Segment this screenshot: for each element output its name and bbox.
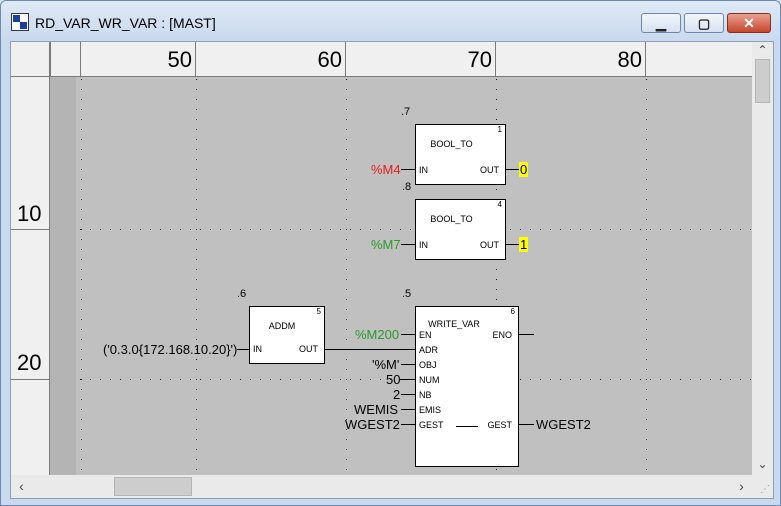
input-wire xyxy=(401,169,415,170)
nb-variable[interactable]: 2 xyxy=(393,387,400,402)
grid-corner xyxy=(11,42,50,77)
scroll-left-icon[interactable]: ‹ xyxy=(13,475,30,498)
column-label: 80 xyxy=(617,47,642,72)
row-header: 10 20 xyxy=(11,77,50,475)
gest-output-wire xyxy=(519,424,534,425)
gest-input-variable[interactable]: WGEST2 xyxy=(345,417,400,432)
exec-order-label: .6 xyxy=(237,288,247,300)
input-wire xyxy=(401,394,415,395)
num-variable[interactable]: 50 xyxy=(386,372,400,387)
scroll-right-icon[interactable]: › xyxy=(733,475,750,498)
input-wire xyxy=(237,349,249,350)
block-name: BOOL_TO xyxy=(430,139,473,149)
pin-emis: EMIS xyxy=(419,405,442,415)
input-wire xyxy=(401,244,415,245)
function-block-addm[interactable]: 5 ADDM IN OUT xyxy=(249,306,325,364)
block-name: ADDM xyxy=(268,321,296,331)
fbd-app-icon xyxy=(11,13,29,31)
pin-gest-in: GEST xyxy=(419,420,444,430)
block-instance-number: 6 xyxy=(510,307,515,316)
pin-in: IN xyxy=(419,165,428,175)
column-header: 50 60 70 80 xyxy=(50,42,752,77)
block-instance-number: 4 xyxy=(497,200,502,209)
obj-variable[interactable]: '%M' xyxy=(372,357,399,372)
emis-variable[interactable]: WEMIS xyxy=(354,402,398,417)
column-label: 70 xyxy=(467,47,492,72)
vertical-scroll-thumb[interactable] xyxy=(755,59,770,103)
function-block-write-var[interactable]: 6 WRITE_VAR EN ADR OBJ NUM NB EMIS GEST … xyxy=(415,306,519,467)
function-block-bool-to-1[interactable]: 1 BOOL_TO IN OUT xyxy=(415,124,506,185)
output-wire xyxy=(506,244,519,245)
pin-out: OUT xyxy=(480,165,499,175)
horizontal-scroll-thumb[interactable] xyxy=(114,477,192,496)
grid-dots xyxy=(80,79,751,470)
input-wire xyxy=(401,364,415,365)
pin-num: NUM xyxy=(419,375,440,385)
input-wire xyxy=(401,379,415,380)
column-label: 50 xyxy=(167,47,192,72)
row-label: 20 xyxy=(17,350,42,375)
addm-to-adr-wire xyxy=(325,349,415,350)
pin-eno: ENO xyxy=(492,330,512,340)
close-button[interactable]: ✕ xyxy=(727,13,771,33)
window-title: RD_VAR_WR_VAR : [MAST] xyxy=(35,15,216,31)
output-value[interactable]: 0 xyxy=(519,162,529,177)
column-header-cell: 70 xyxy=(345,42,495,76)
maximize-button[interactable]: ▢ xyxy=(684,13,724,33)
column-header-cell: 50 xyxy=(80,42,195,76)
en-variable[interactable]: %M200 xyxy=(355,327,399,342)
minimize-icon: ▁ xyxy=(656,16,666,31)
block-instance-number: 1 xyxy=(497,125,502,134)
resize-grip[interactable]: ⋰ xyxy=(752,475,773,498)
block-instance-number: 5 xyxy=(316,307,321,316)
horizontal-scrollbar[interactable]: ‹ › xyxy=(11,475,752,498)
pin-in: IN xyxy=(419,240,428,250)
close-icon: ✕ xyxy=(743,15,755,31)
gest-output-variable[interactable]: WGEST2 xyxy=(536,417,591,432)
column-header-cell xyxy=(645,42,752,76)
input-variable[interactable]: %M7 xyxy=(371,237,401,252)
exec-order-label: .5 xyxy=(402,288,412,300)
row-label: 10 xyxy=(17,201,42,226)
pin-obj: OBJ xyxy=(419,360,437,370)
input-wire xyxy=(401,409,415,410)
pin-gest-out: GEST xyxy=(487,420,512,430)
row-divider xyxy=(11,229,49,230)
block-name: WRITE_VAR xyxy=(428,319,480,329)
scroll-down-icon[interactable]: ⌄ xyxy=(752,456,773,473)
vertical-scrollbar[interactable]: ⌃ ⌄ xyxy=(752,42,773,475)
resize-grip-icon: ⋰ xyxy=(760,484,770,495)
exec-order-label: .7 xyxy=(401,106,411,118)
exec-order-label: .8 xyxy=(402,181,412,193)
eno-output-wire xyxy=(519,334,534,335)
maximize-icon: ▢ xyxy=(697,16,711,31)
pin-en: EN xyxy=(419,330,432,340)
title-bar[interactable]: RD_VAR_WR_VAR : [MAST] ▁ ▢ ✕ xyxy=(1,1,780,41)
column-header-cell xyxy=(50,42,80,76)
editor-client-area: 50 60 70 80 10 20 .7 1 BOOL_TO IN OUT %M… xyxy=(10,41,774,499)
input-wire xyxy=(401,334,415,335)
pin-out: OUT xyxy=(299,344,318,354)
column-label: 60 xyxy=(317,47,342,72)
pin-adr: ADR xyxy=(419,345,439,355)
pin-nb: NB xyxy=(419,390,432,400)
input-variable[interactable]: ('0.3.0{172.168.10.20}') xyxy=(103,342,237,357)
output-value[interactable]: 1 xyxy=(519,237,529,252)
row-divider xyxy=(11,379,49,380)
pin-out: OUT xyxy=(480,240,499,250)
input-wire xyxy=(401,424,415,425)
pin-in: IN xyxy=(253,344,262,354)
fbd-canvas[interactable]: .7 1 BOOL_TO IN OUT %M4 0 .8 4 BOOL_TO I… xyxy=(50,77,752,475)
column-header-cell: 60 xyxy=(195,42,345,76)
minimize-button[interactable]: ▁ xyxy=(641,13,681,33)
function-block-bool-to-4[interactable]: 4 BOOL_TO IN OUT xyxy=(415,199,506,260)
editor-window: RD_VAR_WR_VAR : [MAST] ▁ ▢ ✕ 50 60 70 80… xyxy=(0,0,781,506)
column-header-cell: 80 xyxy=(495,42,645,76)
scroll-up-icon[interactable]: ⌃ xyxy=(752,42,773,59)
block-name: BOOL_TO xyxy=(430,214,473,224)
input-variable[interactable]: %M4 xyxy=(371,162,401,177)
output-wire xyxy=(506,169,519,170)
gest-internal-link xyxy=(456,426,478,427)
